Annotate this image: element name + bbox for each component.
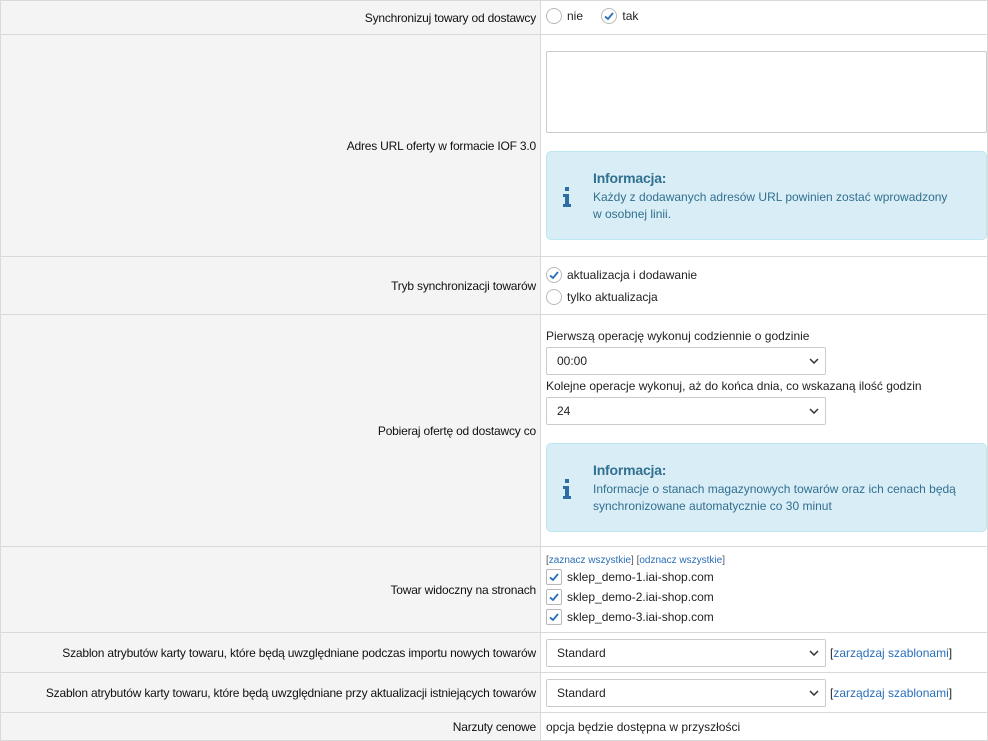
checkmark-icon: [549, 592, 559, 601]
chevron-down-icon: [809, 358, 819, 364]
url-value-cell: Informacja: Każdy z dodawanych adresów U…: [540, 34, 988, 257]
mode-option-1[interactable]: aktualizacja i dodawanie: [546, 266, 987, 283]
url-textarea[interactable]: [546, 51, 987, 133]
sync-label: Synchronizuj towary od dostawcy: [0, 0, 541, 35]
template-new-select[interactable]: Standard: [546, 638, 826, 667]
checkmark-icon: [549, 270, 559, 279]
template-update-select[interactable]: Standard: [546, 678, 826, 707]
row-url: Adres URL oferty w formacie IOF 3.0 Info…: [0, 34, 988, 257]
chevron-down-icon: [809, 649, 819, 656]
schedule-label: Pobieraj ofertę od dostawcy co: [0, 314, 541, 547]
sync-option-tak[interactable]: tak: [601, 8, 653, 24]
mode-option-2-label: tylko aktualizacja: [567, 289, 658, 304]
checkbox-shop-1[interactable]: [546, 568, 562, 585]
first-operation-value: 00:00: [557, 354, 588, 368]
shop-item-label: sklep_demo-1.iai-shop.com: [567, 569, 714, 584]
manage-templates-update: [zarządzaj szablonami]: [830, 685, 953, 700]
radio-tak[interactable]: [601, 8, 618, 24]
checkmark-icon: [549, 572, 559, 581]
sync-option-nie[interactable]: nie: [546, 8, 598, 24]
row-shops: Towar widoczny na stronach [zaznacz wszy…: [0, 546, 988, 633]
template-update-value: Standard: [557, 685, 606, 700]
template-update-value-cell: Standard [zarządzaj szablonami]: [540, 672, 988, 713]
chevron-down-icon: [809, 689, 819, 696]
mode-option-1-label: aktualizacja i dodawanie: [567, 267, 698, 282]
settings-form: Synchronizuj towary od dostawcy nie tak …: [0, 0, 988, 741]
template-update-label: Szablon atrybutów karty towaru, które bę…: [0, 672, 541, 713]
shop-item[interactable]: sklep_demo-1.iai-shop.com: [546, 568, 987, 585]
deselect-all-link[interactable]: odznacz wszystkie: [639, 555, 722, 566]
schedule-value-cell: Pierwszą operację wykonuj codziennie o g…: [540, 314, 988, 547]
sync-value-cell: nie tak: [540, 0, 988, 35]
radio-aktualizacja-i-dodawanie[interactable]: [546, 266, 562, 283]
mode-label: Tryb synchronizacji towarów: [0, 256, 541, 315]
row-markups: Narzuty cenowe opcja będzie dostępna w p…: [0, 712, 988, 741]
sync-option-tak-label: tak: [622, 9, 639, 23]
shop-item[interactable]: sklep_demo-3.iai-shop.com: [546, 608, 987, 625]
shops-value-cell: [zaznacz wszystkie] [odznacz wszystkie] …: [540, 546, 988, 633]
schedule-info-text: Informacje o stanach magazynowych towaró…: [593, 482, 956, 513]
mode-option-2[interactable]: tylko aktualizacja: [546, 288, 987, 305]
sync-option-nie-label: nie: [567, 9, 584, 23]
url-info-title: Informacja:: [593, 170, 667, 186]
url-info-box: Informacja: Każdy z dodawanych adresów U…: [546, 151, 987, 240]
select-links: [zaznacz wszystkie] [odznacz wszystkie]: [546, 554, 725, 566]
shop-item[interactable]: sklep_demo-2.iai-shop.com: [546, 588, 987, 605]
row-template-update: Szablon atrybutów karty towaru, które bę…: [0, 672, 988, 713]
info-icon: [563, 186, 571, 207]
first-operation-select[interactable]: 00:00: [546, 347, 826, 375]
row-schedule: Pobieraj ofertę od dostawcy co Pierwszą …: [0, 314, 988, 547]
schedule-info-title: Informacja:: [593, 462, 667, 478]
checkmark-icon: [549, 612, 559, 621]
shop-item-label: sklep_demo-2.iai-shop.com: [567, 589, 714, 604]
checkbox-shop-3[interactable]: [546, 608, 562, 625]
shop-item-label: sklep_demo-3.iai-shop.com: [567, 609, 714, 624]
markups-label: Narzuty cenowe: [0, 712, 541, 741]
checkmark-icon: [604, 12, 615, 21]
manage-templates-new: [zarządzaj szablonami]: [830, 645, 953, 660]
next-operations-select[interactable]: 24: [546, 397, 826, 425]
row-mode: Tryb synchronizacji towarów aktualizacja…: [0, 256, 988, 315]
radio-nie[interactable]: [546, 8, 562, 24]
row-template-new: Szablon atrybutów karty towaru, które bę…: [0, 632, 988, 673]
url-info-text: Każdy z dodawanych adresów URL powinien …: [593, 190, 948, 221]
schedule-info-box: Informacja: Informacje o stanach magazyn…: [546, 443, 987, 532]
row-sync: Synchronizuj towary od dostawcy nie tak: [0, 0, 988, 35]
first-operation-label: Pierwszą operację wykonuj codziennie o g…: [546, 329, 810, 343]
template-new-value-cell: Standard [zarządzaj szablonami]: [540, 632, 988, 673]
manage-templates-link[interactable]: zarządzaj szablonami: [833, 686, 948, 700]
manage-templates-link[interactable]: zarządzaj szablonami: [833, 646, 948, 660]
checkbox-shop-2[interactable]: [546, 588, 562, 605]
template-new-label: Szablon atrybutów karty towaru, które bę…: [0, 632, 541, 673]
radio-tylko-aktualizacja[interactable]: [546, 288, 562, 305]
chevron-down-icon: [809, 408, 819, 414]
url-label: Adres URL oferty w formacie IOF 3.0: [0, 34, 541, 257]
select-all-link[interactable]: zaznacz wszystkie: [549, 555, 631, 566]
shops-label: Towar widoczny na stronach: [0, 546, 541, 633]
markups-text: opcja będzie dostępna w przyszłości: [540, 712, 988, 741]
mode-value-cell: aktualizacja i dodawanie tylko aktualiza…: [540, 256, 988, 315]
template-new-value: Standard: [557, 645, 606, 660]
next-operations-label: Kolejne operacje wykonuj, aż do końca dn…: [546, 379, 922, 393]
next-operations-value: 24: [557, 404, 571, 418]
info-icon: [563, 478, 571, 499]
